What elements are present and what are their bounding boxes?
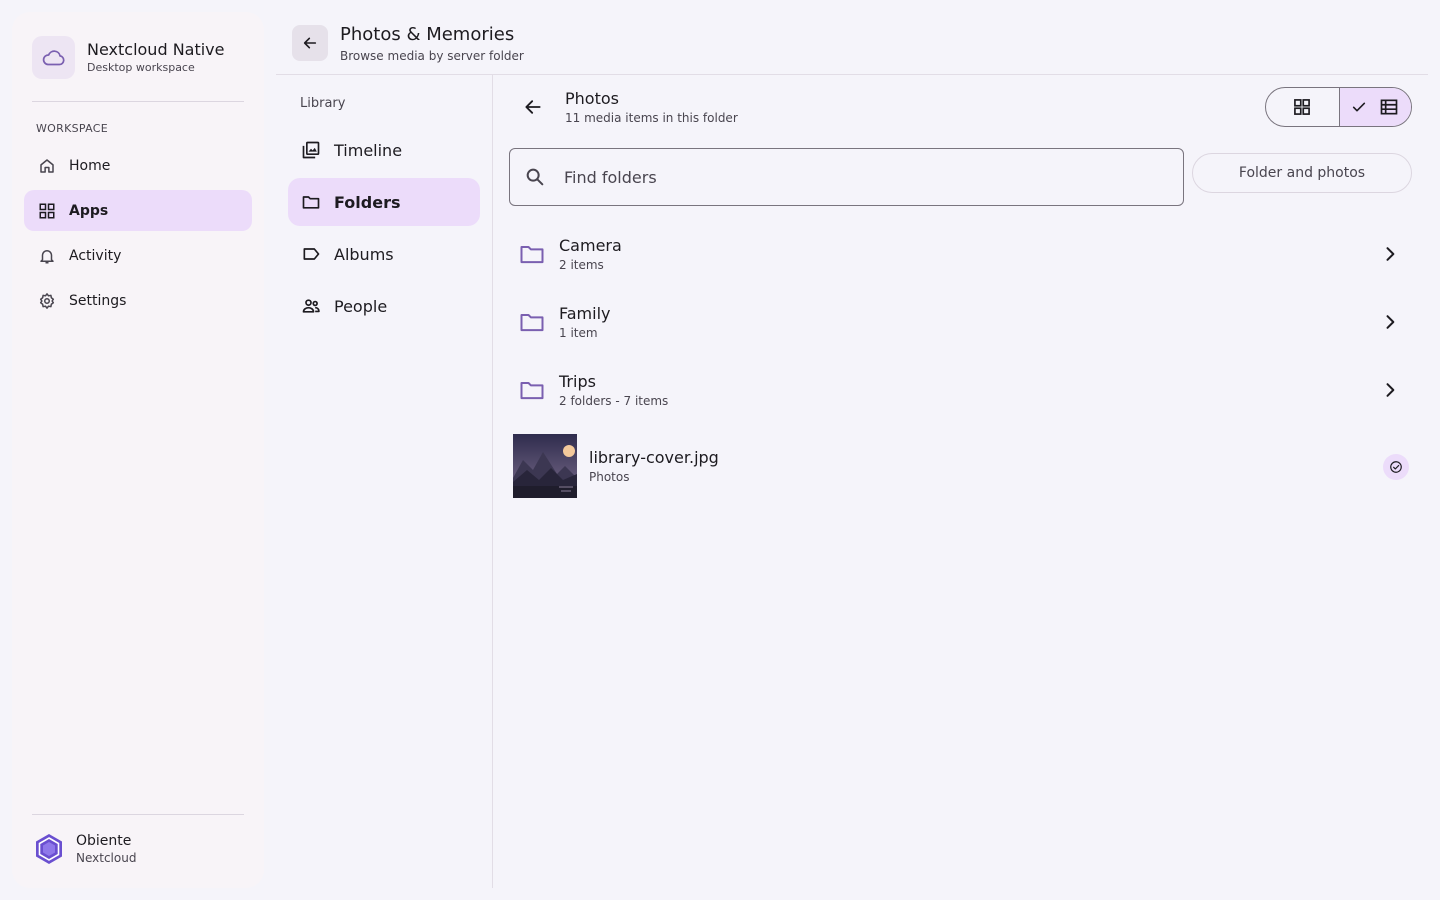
search-input[interactable] [564,167,1144,187]
sidebar-divider [32,814,244,815]
check-icon [1351,99,1367,115]
folder-icon [509,308,555,336]
row-title: Camera [559,235,622,255]
folder-back-button[interactable] [517,91,549,123]
library-item-label: Folders [334,192,401,212]
apps-grid-icon [37,201,57,221]
sidebar-item-label: Apps [69,202,109,219]
brand: Nextcloud Native Desktop workspace [32,36,225,79]
library-item-people[interactable]: People [288,282,480,330]
label-icon [301,244,321,264]
filter-chip[interactable]: Folder and photos [1192,153,1412,193]
page-title: Photos & Memories [340,24,515,45]
library-item-label: Timeline [334,140,403,160]
sidebar-item-label: Home [69,157,111,174]
page-subtitle: Browse media by server folder [340,49,524,63]
user-name: Obiente [76,833,132,849]
image-thumbnail [513,434,577,498]
search-icon [524,166,546,188]
library-item-folders[interactable]: Folders [288,178,480,226]
folder-title: Photos [565,89,619,108]
folder-icon [509,240,555,268]
library-item-albums[interactable]: Albums [288,230,480,278]
people-icon [301,296,321,316]
row-title: library-cover.jpg [589,447,719,467]
row-title: Trips [559,371,596,391]
sync-status-icon [1383,454,1409,480]
sidebar-section-label: WORKSPACE [36,122,108,135]
library-label: Library [300,96,346,111]
panel-divider [492,75,493,888]
chevron-right-icon [1380,380,1400,400]
list-view-icon [1379,97,1399,117]
list-view-button[interactable] [1338,88,1411,126]
view-toggle [1265,87,1412,127]
sidebar-divider [32,101,244,102]
chevron-right-icon [1380,312,1400,332]
file-row-library-cover[interactable]: library-cover.jpg Photos [509,434,1412,498]
arrow-back-icon [523,97,543,117]
library-item-label: Albums [334,244,394,264]
row-title: Family [559,303,611,323]
app-sidebar: Nextcloud Native Desktop workspace WORKS… [12,12,264,888]
chevron-right-icon [1380,244,1400,264]
brand-title: Nextcloud Native [87,40,225,59]
sidebar-item-home[interactable]: Home [24,145,252,186]
sidebar-item-activity[interactable]: Activity [24,235,252,276]
row-subtitle: 1 item [559,325,598,340]
search-field [509,148,1184,206]
cloud-icon [32,36,75,79]
folder-subtitle: 11 media items in this folder [565,111,738,125]
sidebar-item-apps[interactable]: Apps [24,190,252,231]
sidebar-item-settings[interactable]: Settings [24,280,252,321]
bell-icon [37,246,57,266]
user-profile[interactable]: Obiente Nextcloud [32,832,136,866]
folder-icon [301,192,321,212]
folder-icon [509,376,555,404]
sidebar-item-label: Activity [69,247,122,264]
gear-icon [37,291,57,311]
grid-view-button[interactable] [1266,88,1339,126]
row-subtitle: Photos [589,469,630,484]
folder-row-family[interactable]: Family 1 item [509,290,1412,354]
photo-library-icon [301,140,321,160]
grid-view-icon [1292,97,1312,117]
user-server: Nextcloud [76,851,137,865]
header-divider [276,74,1428,75]
row-subtitle: 2 folders - 7 items [559,393,669,408]
header-back-button[interactable] [292,25,328,61]
hexagon-avatar-icon [32,832,66,866]
home-icon [37,156,57,176]
brand-subtitle: Desktop workspace [87,61,195,74]
folder-row-trips[interactable]: Trips 2 folders - 7 items [509,358,1412,422]
row-subtitle: 2 items [559,257,604,272]
library-item-timeline[interactable]: Timeline [288,126,480,174]
sidebar-item-label: Settings [69,292,127,309]
arrow-back-icon [302,35,318,51]
library-item-label: People [334,296,388,316]
folder-row-camera[interactable]: Camera 2 items [509,222,1412,286]
